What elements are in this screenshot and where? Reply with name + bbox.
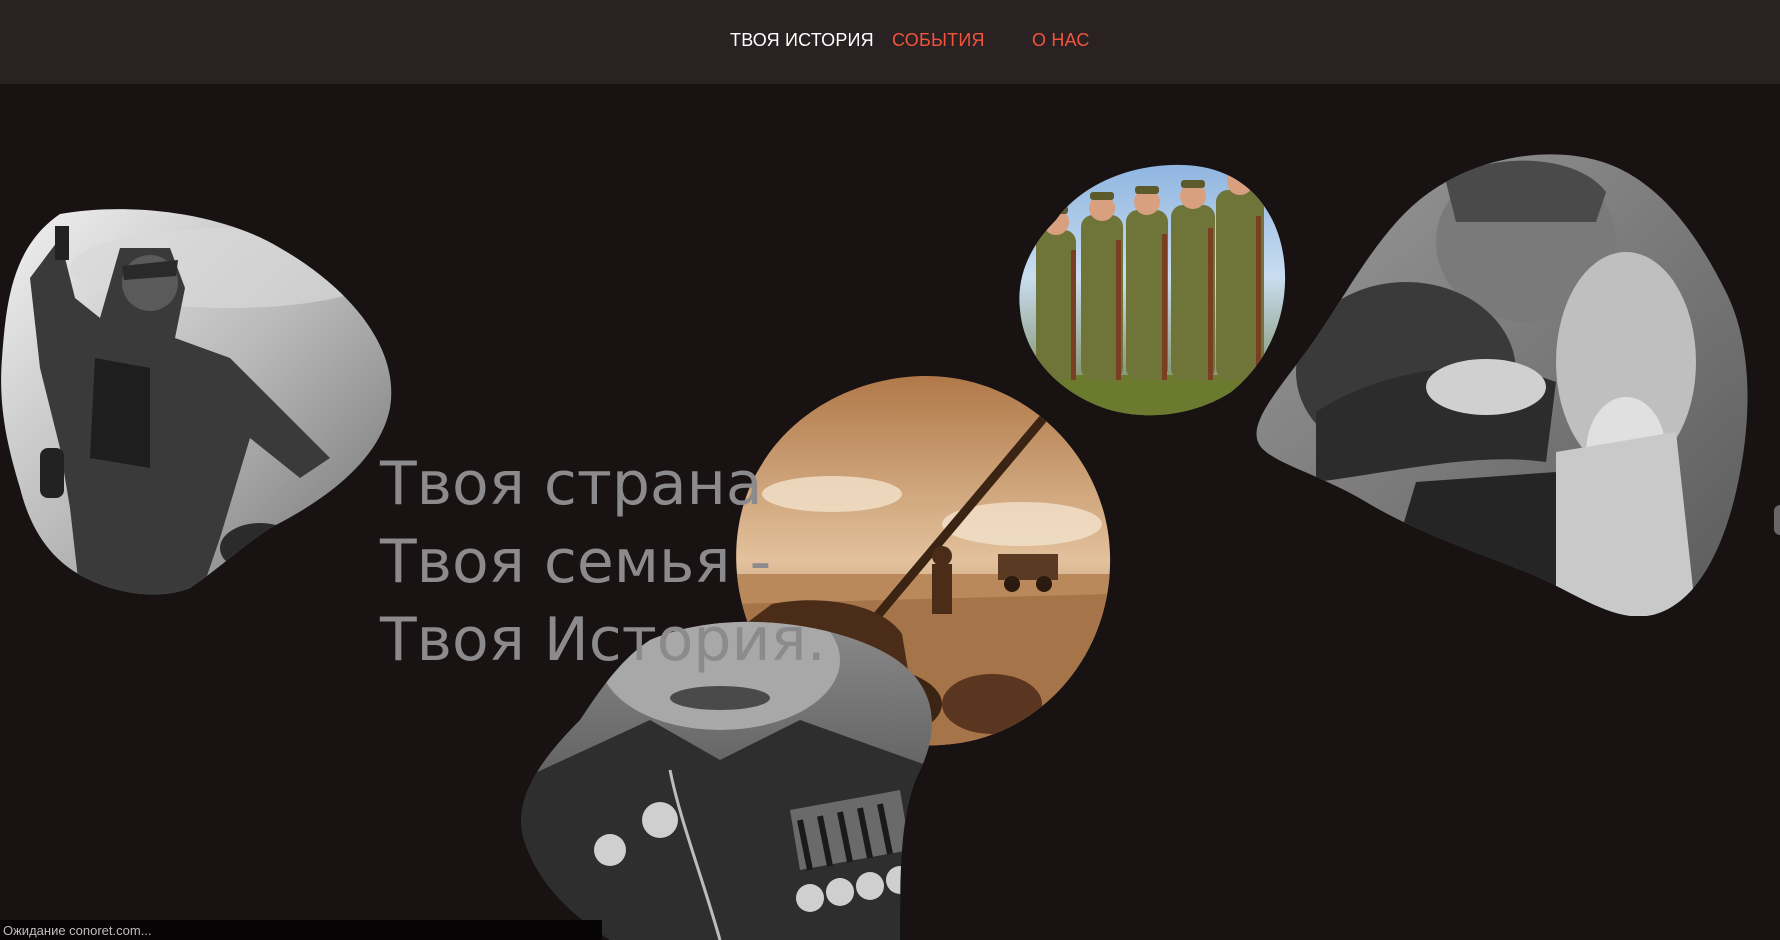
nav-link-events[interactable]: СОБЫТИЯ <box>892 30 985 51</box>
photo-icon <box>1256 154 1748 616</box>
hero-line-history: Твоя История. <box>380 605 826 675</box>
photo-icon <box>1 209 392 595</box>
embrace-reunion-photo <box>1256 152 1752 616</box>
hero-headline: Твоя страна Твоя семья - Твоя История. <box>380 445 940 679</box>
edge-decoration <box>1774 505 1780 535</box>
hero-line-family: Твоя семья - <box>380 527 772 597</box>
status-text: Ожидание conoret.com... <box>3 923 152 938</box>
nav-link-your-history[interactable]: ТВОЯ ИСТОРИЯ <box>730 30 874 51</box>
site-header: ТВОЯ ИСТОРИЯ СОБЫТИЯ О НАС <box>0 0 1780 84</box>
browser-status-bar: Ожидание conoret.com... <box>0 920 602 940</box>
hero-line-country: Твоя страна <box>380 449 763 519</box>
soldier-charge-photo <box>0 208 395 596</box>
main-nav: ТВОЯ ИСТОРИЯ СОБЫТИЯ О НАС <box>0 30 1780 56</box>
nav-link-about[interactable]: О НАС <box>1032 30 1090 51</box>
landing-page: ТВОЯ ИСТОРИЯ СОБЫТИЯ О НАС Твоя страна Т… <box>0 0 1780 940</box>
